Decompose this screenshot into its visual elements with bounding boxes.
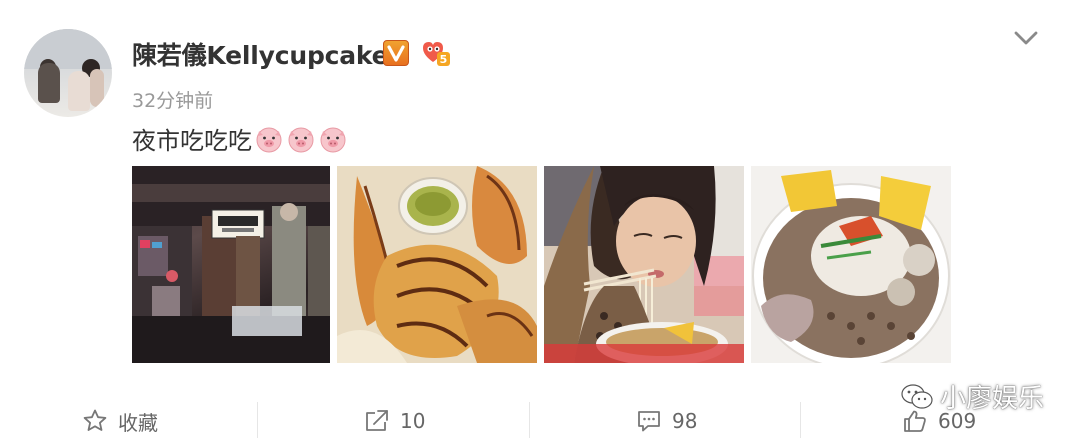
wechat-logo-icon: [901, 383, 933, 409]
favorite-label: 收藏: [118, 410, 158, 435]
svg-text:5: 5: [440, 53, 448, 66]
pig-emoji-icon: [320, 127, 346, 152]
favorite-button[interactable]: 收藏: [82, 406, 158, 436]
pig-emoji-icon: [256, 127, 282, 152]
weibo-post-card: 陳若儀Kellycupcake 5 32分钟前 夜市吃吃吃 收藏 10 98 6…: [0, 0, 1080, 446]
post-timestamp[interactable]: 32分钟前: [132, 86, 213, 113]
star-icon: [83, 409, 107, 431]
verified-v-icon: [383, 40, 409, 66]
member-level-icon[interactable]: 5: [419, 38, 451, 68]
divider: [529, 402, 530, 438]
divider: [800, 402, 801, 438]
chevron-down-icon[interactable]: [1012, 28, 1040, 48]
post-photo-night-market[interactable]: [132, 166, 330, 363]
avatar[interactable]: [24, 29, 112, 117]
repost-button[interactable]: 10: [364, 406, 425, 436]
comment-count: 98: [672, 409, 698, 433]
comment-button[interactable]: 98: [636, 406, 697, 436]
post-photo-eating-noodles[interactable]: [544, 166, 744, 363]
username[interactable]: 陳若儀Kellycupcake: [132, 36, 389, 72]
watermark-text: 小廖娱乐: [940, 384, 1045, 414]
repost-count: 10: [400, 409, 426, 433]
post-text: 夜市吃吃吃: [132, 127, 252, 155]
post-photo-grilled-prawns[interactable]: [337, 166, 537, 363]
divider: [257, 402, 258, 438]
post-content: 夜市吃吃吃: [132, 121, 348, 156]
post-photo-noodle-bowl[interactable]: [751, 166, 951, 363]
share-icon: [366, 410, 388, 431]
pig-emoji-icon: [288, 127, 314, 152]
comment-icon: [638, 411, 660, 432]
watermark: 小廖娱乐: [900, 378, 1044, 415]
